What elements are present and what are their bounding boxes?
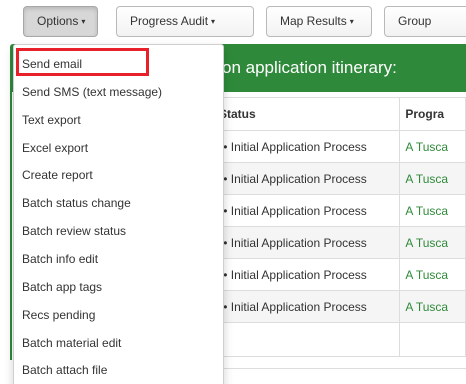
table-row: •• Initial Application Process A Tusca [212,162,466,195]
caret-down-icon: ▾ [211,17,216,26]
send-email-highlight-box [16,48,149,76]
menu-item-batch-info-edit[interactable]: Batch info edit [22,252,98,266]
menu-item-batch-status-change[interactable]: Batch status change [22,196,131,210]
status-cell: •• Initial Application Process [212,194,401,227]
progress-audit-button[interactable]: Progress Audit ▾ [116,6,254,37]
status-cell: •• Initial Application Process [212,258,401,291]
status-cell: •• Initial Application Process [212,290,401,323]
status-cell: •• Initial Application Process [212,130,401,163]
program-link[interactable]: A Tusca [399,130,466,163]
panel-left-border [10,92,12,360]
table-bottom-divider [213,368,466,369]
table-row: •• Initial Application Process A Tusca [212,194,466,227]
empty-cell [212,322,401,357]
menu-item-excel-export[interactable]: Excel export [22,141,88,155]
menu-item-text-export[interactable]: Text export [22,113,81,127]
status-cell: •• Initial Application Process [212,162,401,195]
table-row: •• Initial Application Process A Tusca [212,226,466,259]
options-dropdown-button[interactable]: Options ▾ [23,6,98,37]
column-header-program[interactable]: Progra [399,97,466,131]
column-header-status[interactable]: Status [212,97,401,131]
table-row: •• Initial Application Process A Tusca [212,258,466,291]
table-header-row: Status Progra [212,97,466,131]
program-link[interactable]: A Tusca [399,258,466,291]
map-results-button[interactable]: Map Results ▾ [266,6,372,37]
menu-item-create-report[interactable]: Create report [22,168,93,182]
panel-title: on application itinerary: [222,58,397,77]
caret-down-icon: ▾ [81,17,86,26]
empty-cell [399,322,466,357]
menu-item-batch-review-status[interactable]: Batch review status [22,224,126,238]
options-button-label: Options [37,14,79,28]
program-link[interactable]: A Tusca [399,162,466,195]
group-button[interactable]: Group [384,6,466,37]
progress-audit-label: Progress Audit [130,14,209,28]
program-link[interactable]: A Tusca [399,194,466,227]
menu-item-recs-pending[interactable]: Recs pending [22,308,95,322]
applications-table: Status Progra •• Initial Application Pro… [212,97,466,357]
menu-item-send-sms[interactable]: Send SMS (text message) [22,85,162,99]
menu-item-batch-attach-file[interactable]: Batch attach file [22,363,107,377]
group-label: Group [398,14,432,28]
table-row-empty [212,322,466,357]
table-row: •• Initial Application Process A Tusca [212,290,466,323]
map-results-label: Map Results [280,14,347,28]
status-cell: •• Initial Application Process [212,226,401,259]
program-link[interactable]: A Tusca [399,226,466,259]
menu-item-batch-app-tags[interactable]: Batch app tags [22,280,102,294]
menu-item-batch-material-edit[interactable]: Batch material edit [22,336,121,350]
table-row: •• Initial Application Process A Tusca [212,130,466,163]
caret-down-icon: ▾ [349,17,354,26]
program-link[interactable]: A Tusca [399,290,466,323]
